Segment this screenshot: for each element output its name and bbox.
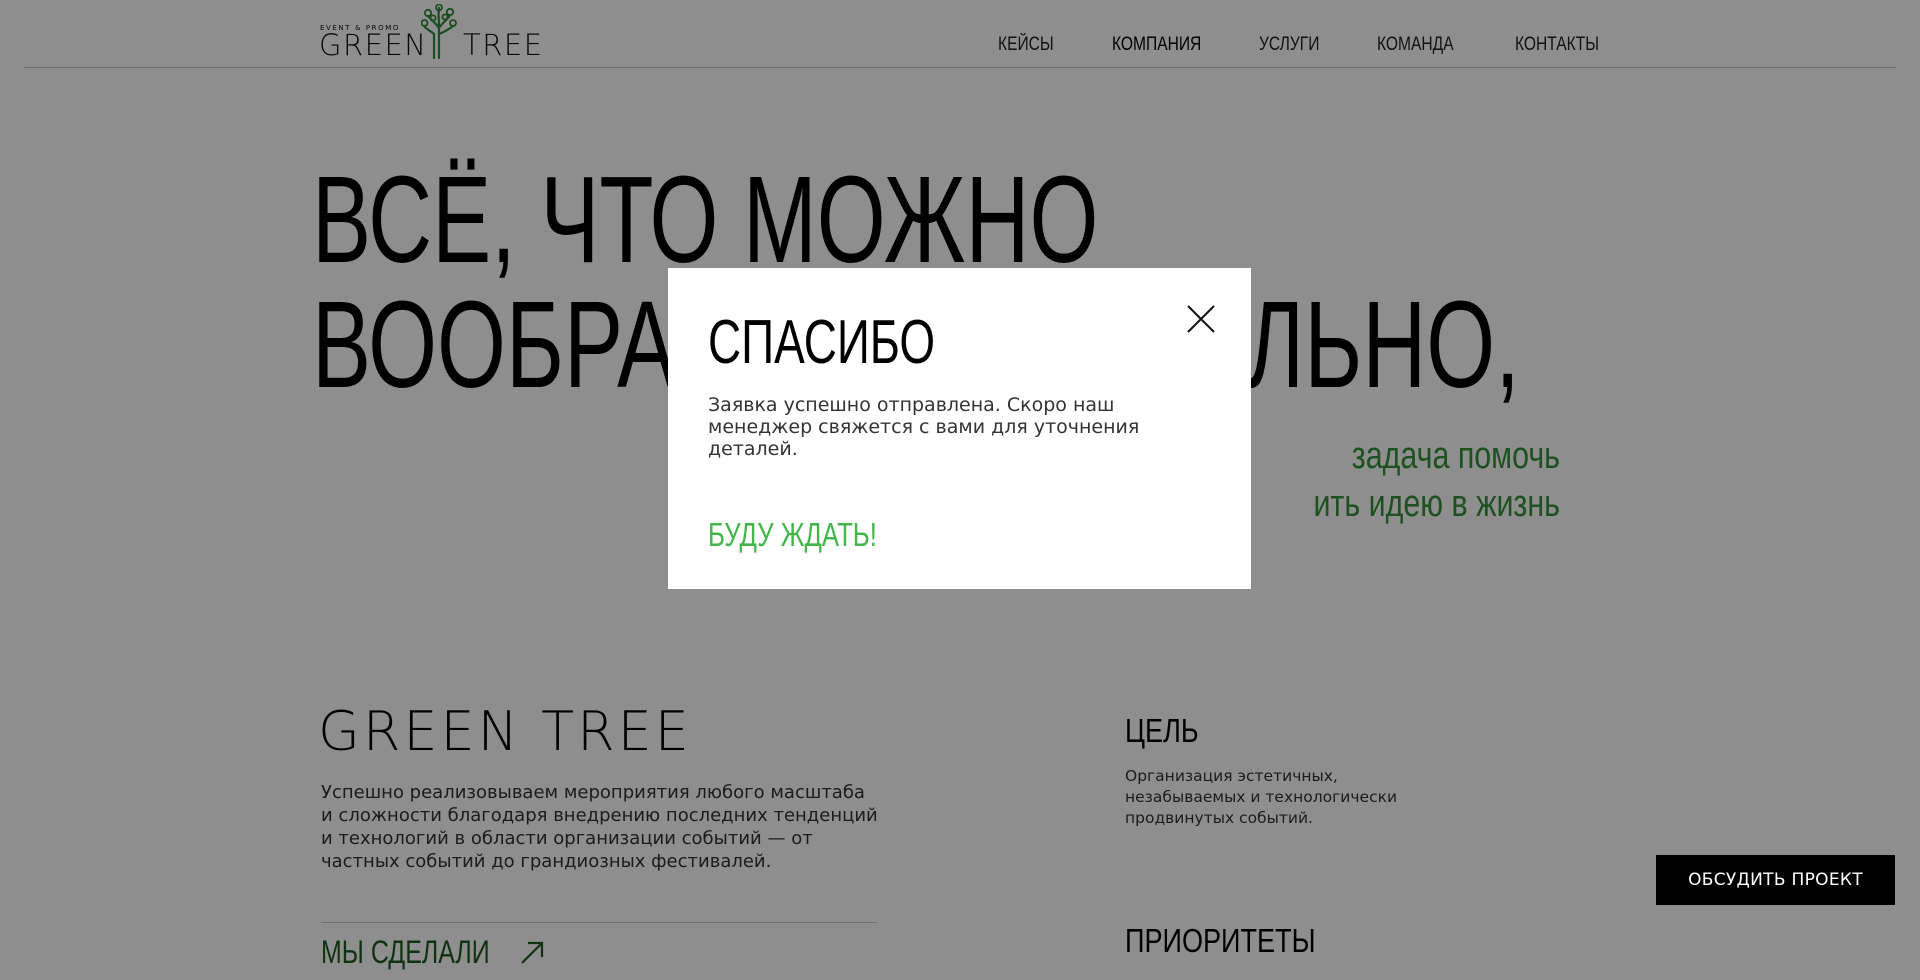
will-wait-button[interactable]: БУДУ ЖДАТЬ! xyxy=(708,516,877,554)
thank-you-modal: СПАСИБО Заявка успешно отправлена. Скоро… xyxy=(668,268,1251,589)
close-icon[interactable] xyxy=(1186,304,1216,334)
modal-title: СПАСИБО xyxy=(708,308,936,377)
discuss-project-button[interactable]: ОБСУДИТЬ ПРОЕКТ xyxy=(1656,855,1895,905)
modal-message: Заявка успешно отправлена. Скоро наш мен… xyxy=(708,394,1140,460)
